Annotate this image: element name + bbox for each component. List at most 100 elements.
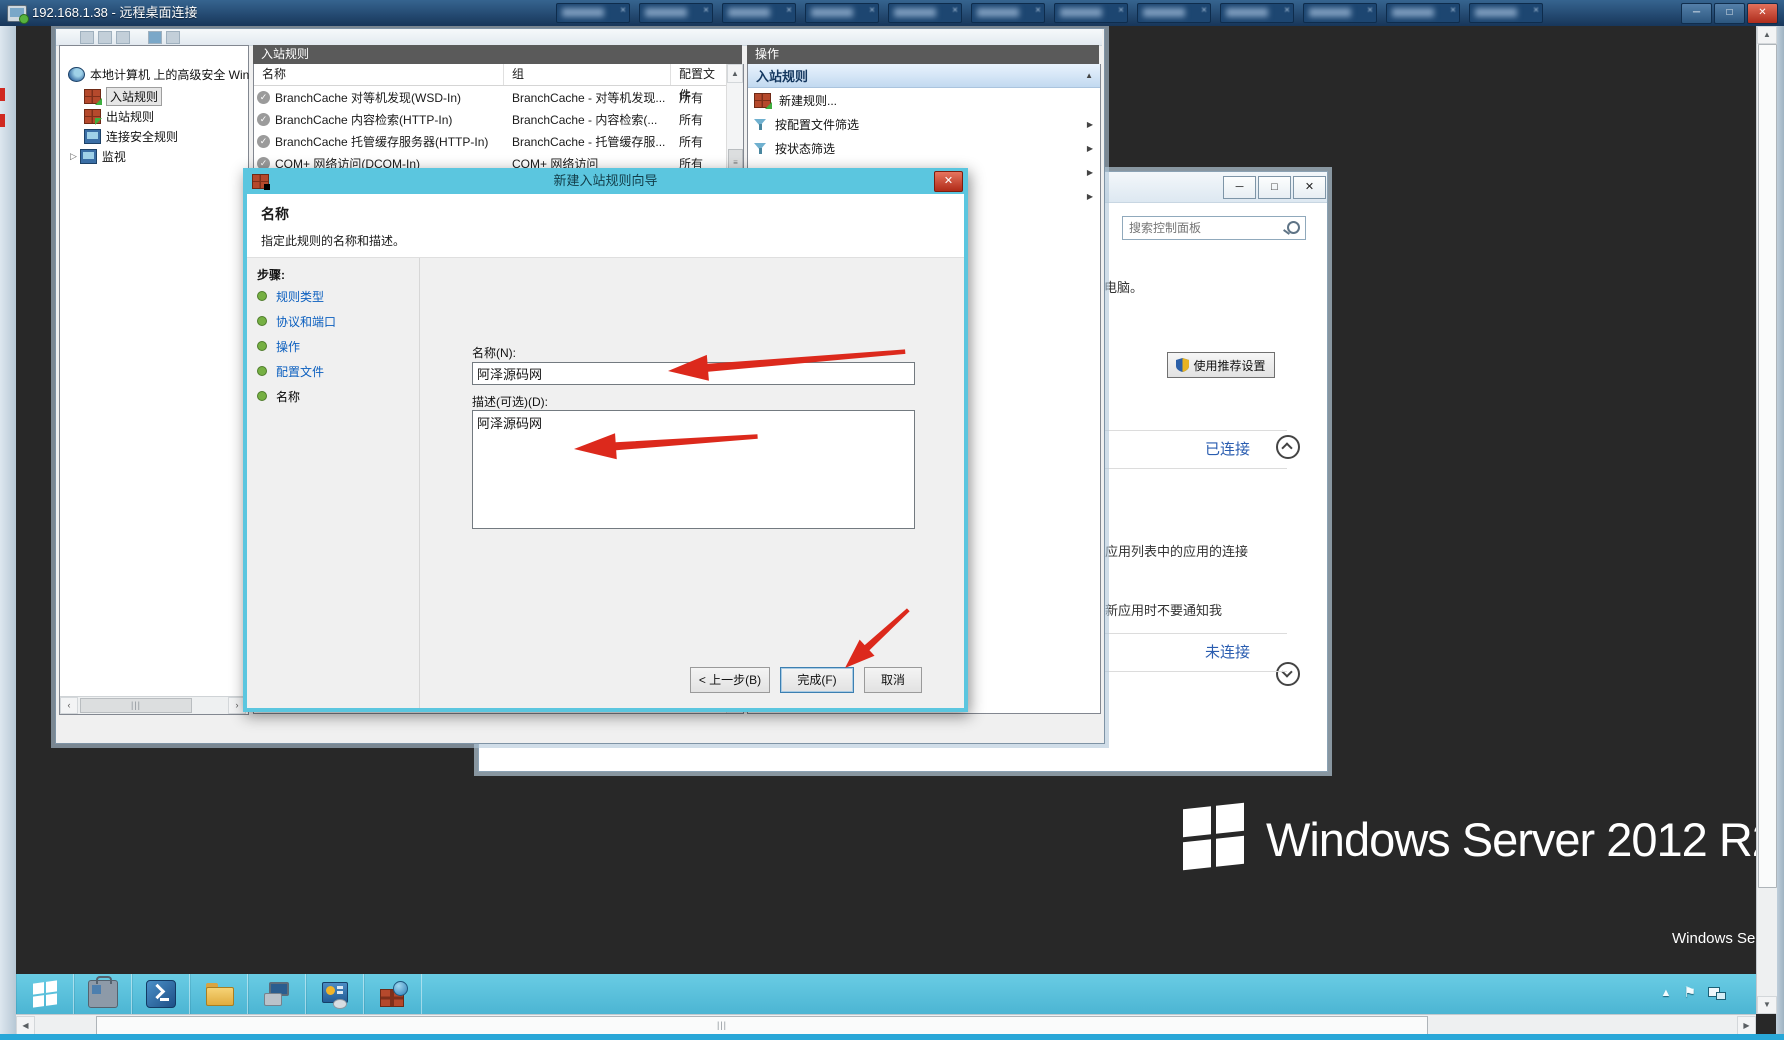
blurred-tab[interactable] xyxy=(639,3,713,23)
maximize-button[interactable]: □ xyxy=(1258,176,1291,199)
taskbar-item-devices[interactable] xyxy=(248,974,306,1014)
taskbar-item-powershell[interactable] xyxy=(132,974,190,1014)
step-protocol-ports[interactable]: 协议和端口 xyxy=(257,311,336,331)
action-filter-by-profile[interactable]: 按配置文件筛选 ▶ xyxy=(748,112,1100,136)
blurred-tab[interactable] xyxy=(1054,3,1128,23)
step-rule-type[interactable]: 规则类型 xyxy=(257,286,324,306)
blurred-tab[interactable] xyxy=(1220,3,1294,23)
blurred-tab[interactable] xyxy=(805,3,879,23)
wizard-title: 新建入站规则向导 xyxy=(243,168,968,194)
scrollbar-thumb[interactable]: ||| xyxy=(80,698,192,713)
rule-description-textarea[interactable]: 阿泽源码网 xyxy=(472,410,915,529)
control-panel-search[interactable] xyxy=(1122,216,1306,240)
scroll-left-icon[interactable]: ◀ xyxy=(16,1016,35,1035)
rule-row[interactable]: ✓BranchCache 托管缓存服务器(HTTP-In) BranchCach… xyxy=(254,130,743,152)
blurred-tab[interactable] xyxy=(556,3,630,23)
rdp-vertical-scrollbar[interactable]: ▲ ▼ xyxy=(1756,26,1777,1014)
scroll-up-icon[interactable]: ▲ xyxy=(1757,26,1777,44)
use-recommended-settings-button[interactable]: 使用推荐设置 xyxy=(1167,352,1275,378)
toolbar-button[interactable] xyxy=(166,31,180,44)
rule-status-icon: ✓ xyxy=(257,135,270,148)
folder-icon xyxy=(205,981,233,1007)
column-header-name[interactable]: 名称 xyxy=(254,64,504,85)
start-button[interactable] xyxy=(16,974,74,1014)
actions-section-header[interactable]: 入站规则 ▲ xyxy=(748,64,1100,88)
tray-network-icon[interactable] xyxy=(1708,987,1724,999)
close-button[interactable]: ✕ xyxy=(1747,3,1778,24)
uac-shield-icon xyxy=(1176,358,1189,372)
tray-flag-icon[interactable]: ⚑ xyxy=(1683,984,1696,1001)
disconnected-section-label[interactable]: 未连接 xyxy=(1205,641,1250,662)
tree-expander-icon[interactable]: ▷ xyxy=(70,151,77,162)
toolbar-button[interactable] xyxy=(116,31,130,44)
column-header-group[interactable]: 组 xyxy=(504,64,671,85)
connected-section-label[interactable]: 已连接 xyxy=(1205,438,1250,459)
blurred-tab[interactable] xyxy=(1303,3,1377,23)
control-panel-window-controls: ─ □ ✕ xyxy=(1223,176,1326,199)
actions-section-label: 入站规则 xyxy=(756,66,808,85)
step-action[interactable]: 操作 xyxy=(257,336,300,356)
windows-start-icon xyxy=(33,980,57,1007)
scrollbar-thumb[interactable] xyxy=(1758,44,1777,888)
tree-item-outbound-rules[interactable]: 出站规则 xyxy=(84,106,154,126)
tree-item-connection-security[interactable]: 连接安全规则 xyxy=(84,126,178,146)
blurred-tab[interactable] xyxy=(971,3,1045,23)
minimize-button[interactable]: ─ xyxy=(1223,176,1256,199)
step-label[interactable]: 规则类型 xyxy=(276,288,324,305)
blurred-tab[interactable] xyxy=(1469,3,1543,23)
rdp-horizontal-scrollbar[interactable]: ◀ ||| ▶ xyxy=(16,1014,1756,1035)
action-label: 新建规则... xyxy=(779,92,837,109)
taskbar-item-firewall[interactable] xyxy=(364,974,422,1014)
minimize-button[interactable]: ─ xyxy=(1681,3,1712,24)
tree-item-label: 连接安全规则 xyxy=(106,128,178,145)
toolbar-button[interactable] xyxy=(98,31,112,44)
submenu-chevron-icon: ▶ xyxy=(1087,192,1093,201)
scroll-down-icon[interactable]: ▼ xyxy=(1757,996,1777,1014)
column-header-profile[interactable]: 配置文件 xyxy=(671,64,725,85)
tree-item-monitoring[interactable]: ▷ 监视 xyxy=(70,146,126,166)
scroll-left-icon[interactable]: ‹ xyxy=(60,697,78,714)
blurred-tab[interactable] xyxy=(1386,3,1460,23)
close-button[interactable]: ✕ xyxy=(1293,176,1326,199)
rule-row[interactable]: ✓BranchCache 对等机发现(WSD-In) BranchCache -… xyxy=(254,86,743,108)
rule-status-icon: ✓ xyxy=(257,113,270,126)
taskbar-item-file-explorer[interactable] xyxy=(190,974,248,1014)
system-tray: ▲ ⚑ xyxy=(1661,984,1724,1001)
taskbar-item-control-panel[interactable] xyxy=(306,974,364,1014)
step-profile[interactable]: 配置文件 xyxy=(257,361,324,381)
taskbar: ▲ ⚑ xyxy=(16,974,1756,1014)
taskbar-item-server-manager[interactable] xyxy=(74,974,132,1014)
action-filter-by-state[interactable]: 按状态筛选 ▶ xyxy=(748,136,1100,160)
toolbar-button[interactable] xyxy=(148,31,162,44)
expand-section-icon[interactable] xyxy=(1276,662,1300,686)
search-input[interactable] xyxy=(1127,218,1281,238)
step-label[interactable]: 协议和端口 xyxy=(276,313,336,330)
close-button[interactable]: ✕ xyxy=(934,171,963,192)
blurred-tab[interactable] xyxy=(888,3,962,23)
maximize-button[interactable]: □ xyxy=(1714,3,1745,24)
steps-label: 步骤: xyxy=(257,266,285,283)
tray-show-hidden-icon[interactable]: ▲ xyxy=(1661,987,1672,999)
step-label[interactable]: 配置文件 xyxy=(276,363,324,380)
rule-row[interactable]: ✓BranchCache 内容检索(HTTP-In) BranchCache -… xyxy=(254,108,743,130)
finish-button[interactable]: 完成(F) xyxy=(780,667,854,693)
step-label[interactable]: 操作 xyxy=(276,338,300,355)
tree-item-inbound-rules[interactable]: 入站规则 xyxy=(84,86,162,106)
scroll-up-icon[interactable]: ▲ xyxy=(727,64,743,83)
collapse-up-icon[interactable]: ▲ xyxy=(1085,71,1093,80)
search-icon[interactable] xyxy=(1287,221,1300,234)
back-button[interactable]: < 上一步(B) xyxy=(690,667,770,693)
blurred-tab[interactable] xyxy=(722,3,796,23)
toolbar-button[interactable] xyxy=(80,31,94,44)
scroll-right-icon[interactable]: ▶ xyxy=(1737,1016,1756,1035)
step-name-current[interactable]: 名称 xyxy=(257,386,300,406)
collapse-section-icon[interactable] xyxy=(1276,435,1300,459)
action-new-rule[interactable]: 新建规则... xyxy=(748,88,1100,112)
tree-root-item[interactable]: 本地计算机 上的高级安全 Win xyxy=(68,64,249,84)
windows-logo-icon xyxy=(1183,806,1244,867)
blurred-tab[interactable] xyxy=(1137,3,1211,23)
tree-horizontal-scrollbar[interactable]: ‹ ||| › xyxy=(60,696,246,714)
rule-name-input[interactable] xyxy=(472,362,915,385)
scrollbar-thumb[interactable]: ||| xyxy=(96,1016,1428,1035)
cancel-button[interactable]: 取消 xyxy=(864,667,922,693)
